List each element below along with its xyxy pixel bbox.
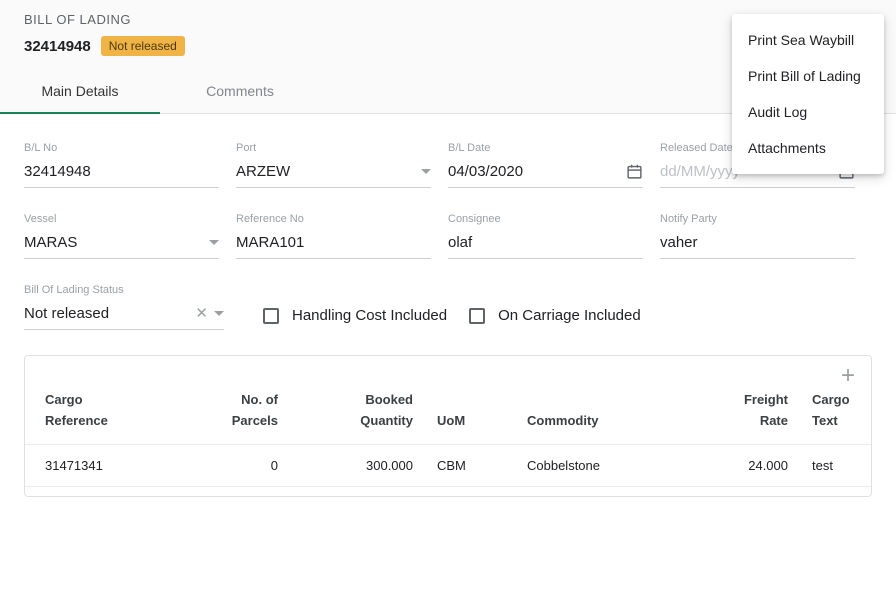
- consignee-input[interactable]: [448, 234, 643, 251]
- cell-cargo-text: test: [800, 444, 871, 486]
- cell-booked-quantity: 300.000: [290, 444, 425, 486]
- add-cargo-line-button[interactable]: +: [841, 366, 855, 386]
- col-uom: UoM: [425, 386, 515, 444]
- col-booked-quantity: Booked Quantity: [290, 386, 425, 444]
- menu-item-print-bill-of-lading[interactable]: Print Bill of Lading: [732, 58, 884, 94]
- tab-comments[interactable]: Comments: [160, 68, 320, 114]
- bl-date-field: B/L Date: [448, 142, 643, 188]
- notify-party-label: Notify Party: [660, 213, 855, 225]
- actions-menu: Print Sea Waybill Print Bill of Lading A…: [732, 14, 884, 174]
- port-field[interactable]: Port ARZEW: [236, 142, 431, 188]
- status-badge: Not released: [101, 36, 185, 56]
- tab-main-details[interactable]: Main Details: [0, 68, 160, 114]
- bl-no-field: B/L No: [24, 142, 219, 188]
- cell-freight-rate: 24.000: [705, 444, 800, 486]
- menu-item-print-sea-waybill[interactable]: Print Sea Waybill: [732, 22, 884, 58]
- col-freight-rate: Freight Rate: [705, 386, 800, 444]
- cell-uom: CBM: [425, 444, 515, 486]
- bl-date-input[interactable]: [448, 163, 626, 180]
- cell-commodity: Cobbelstone: [515, 444, 705, 486]
- notify-party-field: Notify Party: [660, 213, 855, 259]
- col-cargo-reference: Cargo Reference: [25, 386, 205, 444]
- vessel-label: Vessel: [24, 213, 219, 225]
- cell-cargo-reference: 31471341: [25, 444, 205, 486]
- col-no-of-parcels: No. of Parcels: [205, 386, 290, 444]
- bl-status-label: Bill Of Lading Status: [24, 284, 224, 296]
- chevron-down-icon[interactable]: [209, 240, 219, 245]
- on-carriage-label: On Carriage Included: [498, 307, 641, 324]
- bl-status-field[interactable]: Bill Of Lading Status Not released ✕: [24, 284, 224, 330]
- calendar-icon[interactable]: [626, 163, 643, 180]
- chevron-down-icon[interactable]: [214, 311, 224, 316]
- chevron-down-icon[interactable]: [421, 169, 431, 174]
- cell-no-of-parcels: 0: [205, 444, 290, 486]
- bl-date-label: B/L Date: [448, 142, 643, 154]
- handling-cost-label: Handling Cost Included: [292, 307, 447, 324]
- on-carriage-checkbox-group: On Carriage Included: [469, 307, 641, 324]
- menu-item-audit-log[interactable]: Audit Log: [732, 94, 884, 130]
- cargo-table-header-row: Cargo Reference No. of Parcels Booked Qu…: [25, 386, 871, 444]
- handling-cost-checkbox[interactable]: [263, 308, 279, 324]
- reference-no-field: Reference No: [236, 213, 431, 259]
- cargo-table: Cargo Reference No. of Parcels Booked Qu…: [25, 386, 871, 487]
- col-commodity: Commodity: [515, 386, 705, 444]
- bl-number: 32414948: [24, 38, 91, 55]
- cargo-card: + Cargo Reference No. of Parcels Booked …: [24, 355, 872, 497]
- col-cargo-text: Cargo Text: [800, 386, 871, 444]
- reference-no-label: Reference No: [236, 213, 431, 225]
- clear-icon[interactable]: ✕: [195, 306, 208, 321]
- consignee-label: Consignee: [448, 213, 643, 225]
- reference-no-input[interactable]: [236, 234, 431, 251]
- bl-no-input[interactable]: [24, 163, 219, 180]
- port-value: ARZEW: [236, 163, 290, 180]
- on-carriage-checkbox[interactable]: [469, 308, 485, 324]
- consignee-field: Consignee: [448, 213, 643, 259]
- handling-cost-checkbox-group: Handling Cost Included: [263, 307, 447, 324]
- cargo-table-row[interactable]: 31471341 0 300.000 CBM Cobbelstone 24.00…: [25, 444, 871, 486]
- vessel-field[interactable]: Vessel MARAS: [24, 213, 219, 259]
- vessel-value: MARAS: [24, 234, 77, 251]
- notify-party-input[interactable]: [660, 234, 855, 251]
- port-label: Port: [236, 142, 431, 154]
- bl-status-value: Not released: [24, 305, 109, 322]
- bl-no-label: B/L No: [24, 142, 219, 154]
- menu-item-attachments[interactable]: Attachments: [732, 130, 884, 166]
